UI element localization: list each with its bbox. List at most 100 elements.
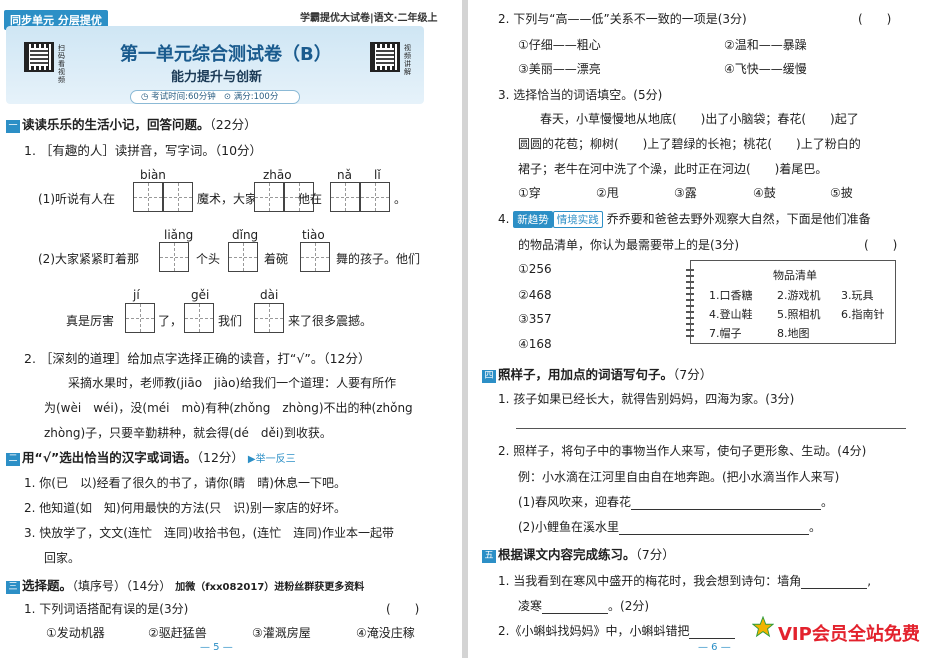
answer-blank[interactable]: [689, 624, 736, 639]
answer-blank[interactable]: [619, 520, 809, 535]
pinyin: biàn: [140, 168, 166, 182]
item-list-notebook: 物品清单 1.口香糖 2.游戏机 3.玩具 4.登山鞋 5.照相机 6.指南针 …: [686, 260, 896, 344]
list-item: 7.帽子: [709, 327, 742, 340]
right-page: 2. 下列与“高——低”关系不一致的一项是(3分) ( ) ①仔细——粗心 ②温…: [468, 0, 935, 658]
situation-badge: 情境实践: [552, 211, 603, 228]
q2-line: 采摘水果时，老师教(jiāo jiào)给我们一个道理：人要有所作: [68, 376, 397, 390]
writing-box[interactable]: [125, 303, 155, 333]
section-number: 三: [6, 581, 20, 594]
section-points: （22分）: [209, 117, 257, 132]
option: ⑤披: [830, 186, 853, 200]
question-text: 凌寒: [518, 599, 543, 613]
exam-time: 考试时间:60分钟: [151, 92, 216, 102]
question-1-2: 2. ［深刻的道理］给加点字选择正确的读音，打“√”。（12分）: [24, 351, 371, 366]
writing-box[interactable]: [133, 182, 163, 212]
header-series: 学霸提优大试卷|语文·二年级上: [300, 13, 438, 24]
star-icon: [752, 616, 774, 638]
answer-blank[interactable]: [631, 495, 821, 510]
qr-code-left[interactable]: [24, 42, 54, 72]
vip-watermark: VIP会员全站免费: [778, 624, 920, 645]
clock-icon: ◷: [141, 92, 149, 102]
option: ④淹没庄稼: [356, 626, 415, 640]
option: ④鼓: [753, 186, 776, 200]
writing-box[interactable]: [228, 242, 258, 272]
option: ④飞快——缓慢: [724, 62, 807, 76]
writing-box[interactable]: [330, 182, 360, 212]
pinyin: zhāo: [263, 168, 292, 182]
question-1-1: 1. ［有趣的人］读拼音，写字词。（10分）: [24, 143, 263, 158]
page-number: — 5 —: [200, 642, 233, 653]
row-text: 我们: [218, 314, 243, 328]
option: ①穿: [518, 186, 541, 200]
pinyin: liǎng: [164, 228, 194, 242]
pinyin: dǐng: [232, 228, 259, 242]
sec4-question-2: 2. 照样子，将句子中的事物当作人来写，使句子更形象、生动。(4分): [498, 444, 867, 458]
question-number: 4.: [498, 212, 510, 226]
sec5-question-2: 2.《小蝌蚪找妈妈》中，小蝌蚪错把: [498, 622, 736, 639]
answer-row: (1)春风吹来，迎春花 。: [518, 495, 834, 510]
q3-line: 春天，小草慢慢地从地底( )出了小脑袋；春花( )起了: [540, 112, 859, 126]
list-item: 8.地图: [777, 327, 810, 340]
answer-row: (2)小鲤鱼在溪水里 。: [518, 520, 822, 535]
section-points: （12分）: [196, 450, 244, 465]
row-text: 来了很多震撼。: [288, 314, 373, 328]
pinyin: gěi: [191, 288, 210, 302]
question-text: 。(2分): [608, 599, 650, 613]
option: ②468: [518, 288, 552, 302]
section-number: 二: [6, 453, 20, 466]
row-text: (2)大家紧紧盯着那: [38, 252, 139, 266]
list-item: 2.游戏机: [777, 289, 821, 302]
section-points: （7分）: [673, 367, 713, 382]
section-number: 四: [482, 370, 496, 383]
row-text: 真是厉害: [66, 314, 115, 328]
row-text: 个头: [196, 252, 221, 266]
pinyin: jí: [133, 288, 140, 302]
row-text: 他在: [298, 192, 323, 206]
list-item: 1.口香糖: [709, 289, 753, 302]
sec5-question-1: 1. 当我看到在寒风中盛开的梅花时，我会想到诗句：墙角 ,: [498, 574, 872, 589]
option: ③露: [674, 186, 697, 200]
notebook-rings: [686, 265, 694, 341]
option: ②甩: [596, 186, 619, 200]
writing-box[interactable]: [163, 182, 193, 212]
writing-box[interactable]: [254, 303, 284, 333]
option: ③357: [518, 312, 552, 326]
page-title: 第一单元综合测试卷（B）: [120, 44, 332, 65]
writing-box[interactable]: [159, 242, 189, 272]
answer-line[interactable]: [516, 428, 906, 429]
option: ①发动机器: [46, 626, 105, 640]
qr-code-right[interactable]: [370, 42, 400, 72]
writing-box[interactable]: [360, 182, 390, 212]
answer-blank[interactable]: [542, 599, 609, 614]
q2-line: zhòng)子，只要辛勤耕种，就会得(dé děi)到收获。: [44, 426, 332, 440]
answer-paren[interactable]: ( ): [864, 236, 897, 253]
answer-prompt: (1)春风吹来，迎春花: [518, 495, 631, 509]
writing-box[interactable]: [254, 182, 284, 212]
row-text: (1)听说有人在: [38, 192, 115, 206]
answer-blank[interactable]: [801, 574, 868, 589]
question-text-2: 的物品清单，你认为最需要带上的是(3分): [518, 238, 739, 252]
sec3-question-1: 1. 下列词语搭配有误的是(3分): [24, 602, 189, 616]
exam-score: 满分:100分: [233, 92, 279, 102]
section-subtitle: （填序号）（14分）: [72, 579, 172, 593]
pinyin: tiào: [302, 228, 325, 242]
section-3-heading: 三选择题。（填序号）（14分） 加微（fxx082017）进粉丝群获更多资料: [6, 575, 364, 594]
sec4-question-1: 1. 孩子如果已经长大，就得告别妈妈，四海为家。(3分): [498, 392, 795, 406]
page-subtitle: 能力提升与创新: [171, 70, 263, 85]
qr-right-label: 视频讲解: [404, 44, 411, 76]
section-4-heading: 四照样子，用加点的词语写句子。（7分）: [482, 364, 712, 383]
writing-box[interactable]: [300, 242, 330, 272]
section-1-heading: 一读读乐乐的生活小记，回答问题。（22分）: [6, 114, 257, 133]
section-number: 五: [482, 550, 496, 563]
list-item: 4.登山鞋: [709, 308, 753, 321]
answer-paren[interactable]: ( ): [386, 600, 419, 617]
writing-box[interactable]: [184, 303, 214, 333]
answer-paren[interactable]: ( ): [858, 10, 891, 27]
section-title: 选择题。: [22, 578, 73, 593]
answer-prompt: (2)小鲤鱼在溪水里: [518, 520, 619, 534]
sec2-item: 2. 他知道(如 知)何用最快的方法(只 识)别一家店的好坏。: [24, 501, 346, 515]
section-points: （7分）: [635, 547, 675, 562]
question-4: 4. 新趋势 情境实践 乔乔要和爸爸去野外观察大自然，下面是他们准备: [498, 210, 871, 228]
sec2-item: 1. 你(已 以)经看了很久的书了，请你(睛 晴)休息一下吧。: [24, 476, 346, 490]
option: ①仔细——粗心: [518, 38, 601, 52]
